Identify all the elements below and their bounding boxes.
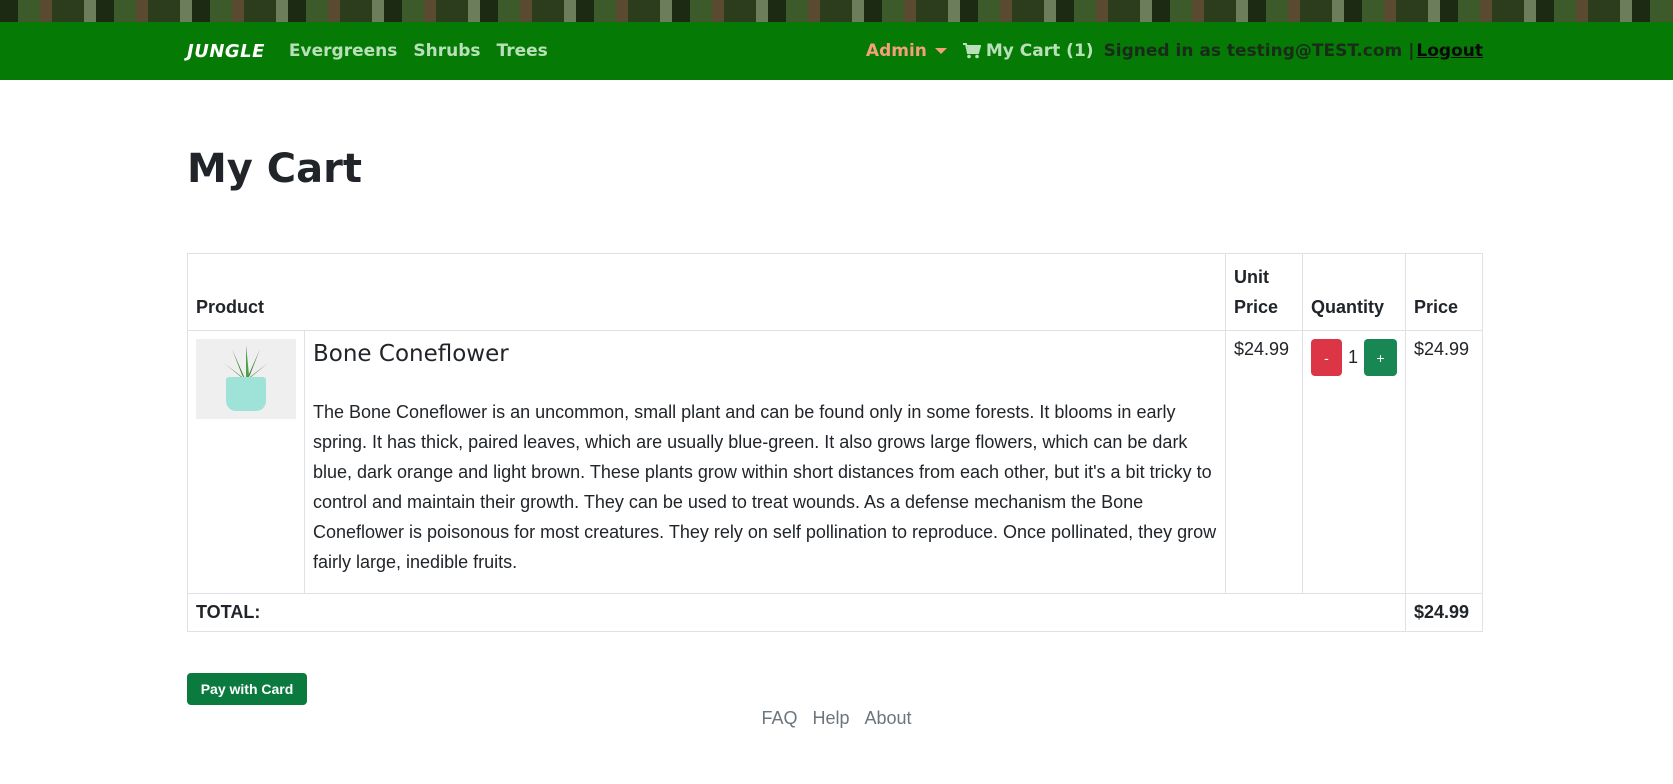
footer-link-about[interactable]: About — [865, 708, 912, 729]
nav-link-trees[interactable]: Trees — [497, 41, 548, 61]
admin-label: Admin — [865, 41, 927, 61]
unit-price-cell: $24.99 — [1224, 330, 1303, 594]
logout-link[interactable]: Logout — [1416, 41, 1483, 61]
quantity-value: 1 — [1347, 347, 1358, 367]
page-title: My Cart — [187, 146, 362, 192]
shopping-cart-icon — [962, 43, 981, 59]
price-cell: $24.99 — [1405, 330, 1483, 594]
total-value: $24.99 — [1405, 593, 1483, 632]
nav-link-evergreens[interactable]: Evergreens — [289, 41, 397, 61]
header-unit-price: Unit Price — [1224, 253, 1303, 331]
footer-link-help[interactable]: Help — [812, 708, 849, 729]
my-cart-link[interactable]: My Cart (1) — [962, 41, 1094, 61]
header-banner-image — [0, 0, 1673, 22]
quantity-stepper: - 1 + — [1310, 339, 1397, 376]
signed-in-text: Signed in as testing@TEST.com | — [1103, 41, 1415, 61]
header-quantity: Quantity — [1301, 253, 1407, 331]
table-row: Bone Coneflower The Bone Coneflower is a… — [187, 330, 1483, 594]
cart-table: Product Unit Price Quantity Price Bone C… — [187, 253, 1483, 632]
decrease-quantity-button[interactable]: - — [1310, 339, 1342, 376]
product-name: Bone Coneflower — [313, 341, 509, 367]
quantity-cell: - 1 + — [1301, 330, 1407, 594]
footer: FAQ Help About — [0, 708, 1673, 729]
total-label: TOTAL: — [187, 593, 1406, 632]
my-cart-label: My Cart (1) — [985, 41, 1094, 61]
table-header-row: Product Unit Price Quantity Price — [187, 253, 1483, 331]
admin-dropdown[interactable]: Admin — [866, 41, 947, 61]
nav-link-shrubs[interactable]: Shrubs — [413, 41, 480, 61]
increase-quantity-button[interactable]: + — [1364, 339, 1397, 376]
caret-down-icon — [934, 48, 947, 54]
navbar: JUNGLE Evergreens Shrubs Trees Admin My … — [0, 22, 1673, 80]
product-description: The Bone Coneflower is an uncommon, smal… — [313, 402, 1217, 572]
plant-pot — [226, 377, 266, 411]
pay-with-card-button[interactable]: Pay with Card — [187, 673, 307, 705]
total-row: TOTAL: $24.99 — [187, 593, 1483, 632]
header-product: Product — [187, 253, 1226, 331]
footer-link-faq[interactable]: FAQ — [761, 708, 797, 729]
product-image — [196, 339, 296, 419]
product-image-cell — [187, 330, 305, 594]
product-info-cell: Bone Coneflower The Bone Coneflower is a… — [304, 330, 1226, 594]
brand-logo[interactable]: JUNGLE — [187, 41, 265, 62]
header-price: Price — [1405, 253, 1483, 331]
